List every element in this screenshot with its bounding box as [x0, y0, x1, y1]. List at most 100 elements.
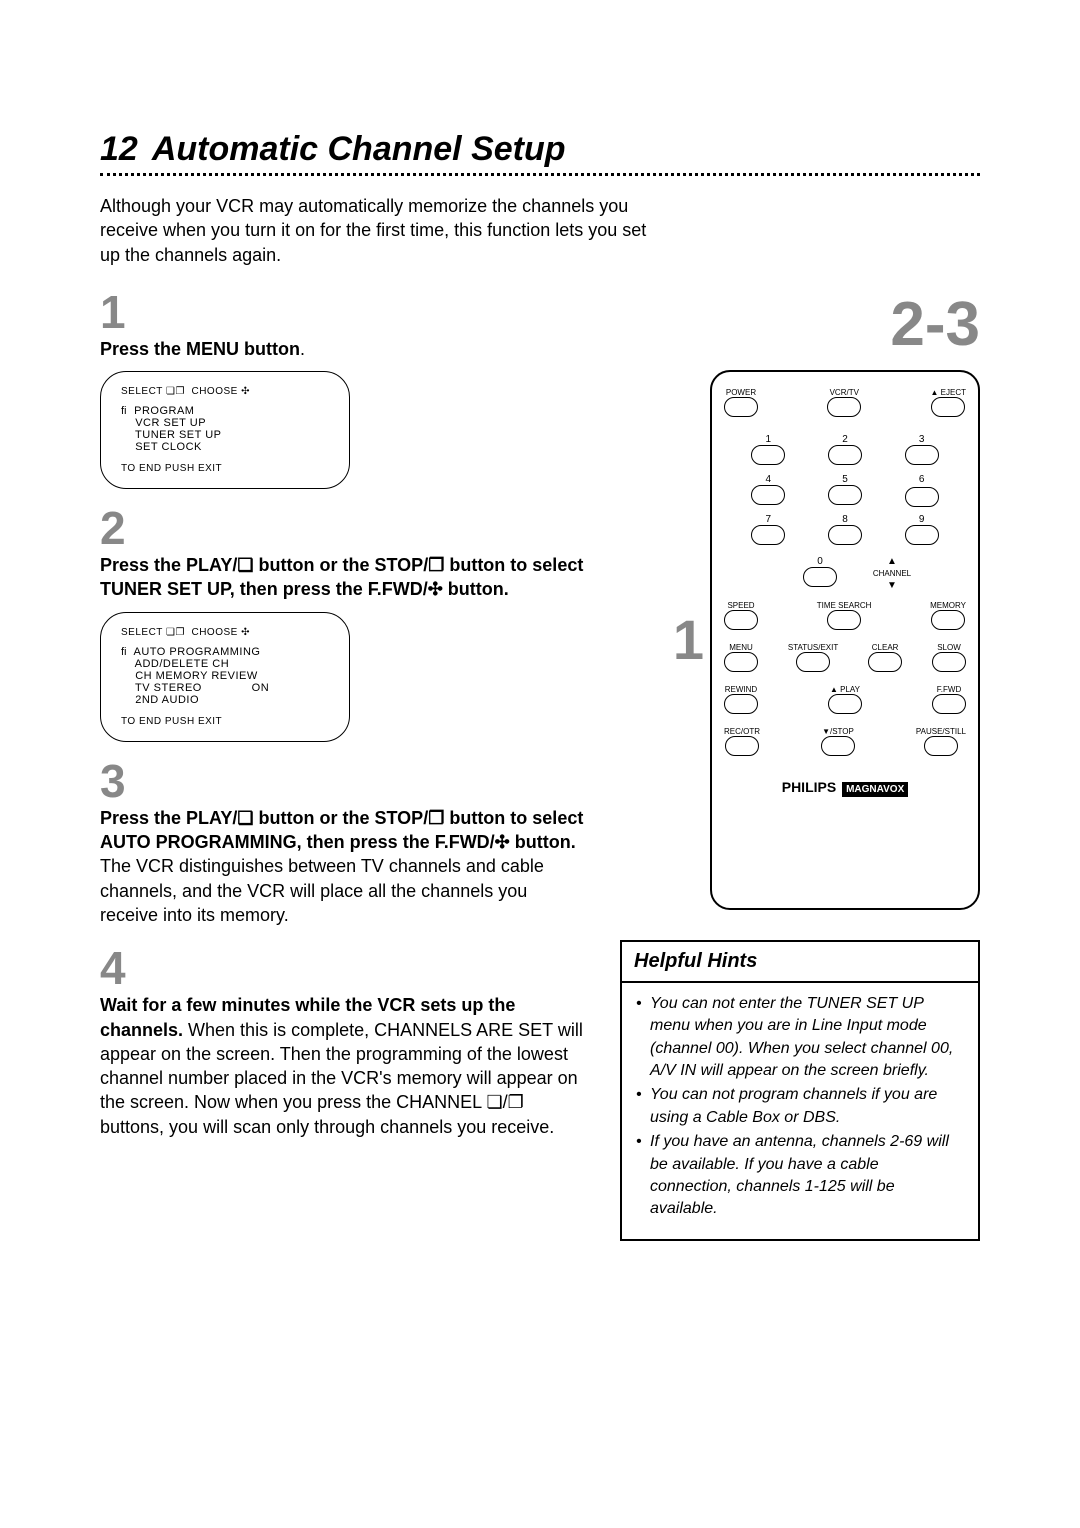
osd-1-bottom: TO END PUSH EXIT — [121, 463, 333, 474]
remote-label-play: ▲ PLAY — [828, 685, 862, 694]
remote-btn-clear — [868, 652, 902, 672]
step-3-bold: Press the PLAY/❏ button or the STOP/❐ bu… — [100, 808, 583, 852]
osd-screen-1: SELECT ❏❐ CHOOSE ✣ ﬁ PROGRAM VCR SET UP … — [100, 371, 350, 489]
step-number-1: 1 — [100, 289, 590, 335]
remote-btn-power — [724, 397, 758, 417]
remote-control: POWER VCR/TV ▲ EJECT 1 2 3 4 5 6 7 8 9 — [710, 370, 980, 910]
osd-2-line-3: TV STEREO ON — [121, 682, 333, 694]
hint-1: You can not enter the TUNER SET UP menu … — [636, 993, 964, 1083]
step-text-2: Press the PLAY/❏ button or the STOP/❐ bu… — [100, 553, 590, 602]
osd-1-line-2: TUNER SET UP — [121, 429, 333, 441]
remote-label-rec: REC/OTR — [724, 727, 760, 736]
num-6: 6 — [919, 474, 925, 485]
remote-label-memory: MEMORY — [930, 601, 966, 610]
hint-3: If you have an antenna, channels 2-69 wi… — [636, 1131, 964, 1221]
num-2: 2 — [817, 434, 874, 445]
hints-list: You can not enter the TUNER SET UP menu … — [636, 993, 964, 1221]
remote-btn-rec — [725, 736, 759, 756]
remote-brand: PHILIPS MAGNAVOX — [724, 779, 966, 797]
osd-2-line-0: ﬁ AUTO PROGRAMMING — [121, 646, 333, 658]
num-1: 1 — [740, 434, 797, 445]
step-1-period: . — [300, 339, 305, 359]
num-3: 3 — [893, 434, 950, 445]
osd-1-line-0: ﬁ PROGRAM — [121, 405, 333, 417]
remote-area: 1 POWER VCR/TV ▲ EJECT 1 2 3 4 5 6 7 — [673, 370, 980, 910]
remote-btn-ffwd — [932, 694, 966, 714]
remote-btn-8 — [828, 525, 862, 545]
remote-label-pause: PAUSE/STILL — [916, 727, 966, 736]
step-number-4: 4 — [100, 945, 590, 991]
osd-2-line-2: CH MEMORY REVIEW — [121, 670, 333, 682]
page-number: 12 — [100, 130, 138, 169]
osd-2-line-1: ADD/DELETE CH — [121, 658, 333, 670]
remote-btn-2 — [828, 445, 862, 465]
osd-2-top: SELECT ❏❐ CHOOSE ✣ — [121, 627, 333, 638]
remote-btn-6 — [905, 487, 939, 507]
remote-btn-slow — [932, 652, 966, 672]
num-4: 4 — [740, 474, 797, 485]
ch-down-icon: ▼ — [887, 580, 897, 591]
remote-label-rewind: REWIND — [724, 685, 758, 694]
step-2-bold: Press the PLAY/❏ button or the STOP/❐ bu… — [100, 555, 583, 599]
remote-btn-5 — [828, 485, 862, 505]
remote-btn-status — [796, 652, 830, 672]
intro-text: Although your VCR may automatically memo… — [100, 194, 660, 267]
hints-title: Helpful Hints — [622, 942, 978, 983]
remote-btn-vcrtv — [827, 397, 861, 417]
step-text-4: Wait for a few minutes while the VCR set… — [100, 993, 590, 1139]
remote-numpad: 1 2 3 4 5 6 7 8 9 — [740, 434, 950, 548]
step-number-3: 3 — [100, 758, 590, 804]
page-title: Automatic Channel Setup — [152, 130, 566, 169]
remote-btn-rewind — [724, 694, 758, 714]
step-number-2: 2 — [100, 505, 590, 551]
osd-2-bottom: TO END PUSH EXIT — [121, 716, 333, 727]
ch-up-icon: ▲ — [887, 556, 897, 567]
remote-label-vcrtv: VCR/TV — [827, 388, 861, 397]
helpful-hints-box: Helpful Hints You can not enter the TUNE… — [620, 940, 980, 1241]
remote-label-status: STATUS/EXIT — [788, 643, 838, 652]
remote-label-ffwd: F.FWD — [932, 685, 966, 694]
step-3-body: The VCR distinguishes between TV channel… — [100, 856, 544, 925]
remote-btn-4 — [751, 485, 785, 505]
remote-btn-play — [828, 694, 862, 714]
title-divider — [100, 173, 980, 176]
remote-label-timesearch: TIME SEARCH — [817, 601, 872, 610]
remote-btn-stop — [821, 736, 855, 756]
brand-philips: PHILIPS — [782, 779, 836, 795]
osd-1-line-3: SET CLOCK — [121, 441, 333, 453]
num-9: 9 — [893, 514, 950, 525]
num-0: 0 — [803, 556, 837, 567]
num-5: 5 — [817, 474, 874, 485]
num-8: 8 — [817, 514, 874, 525]
remote-btn-speed — [724, 610, 758, 630]
remote-label-stop: ▼/STOP — [821, 727, 855, 736]
hint-2: You can not program channels if you are … — [636, 1084, 964, 1129]
osd-1-top: SELECT ❏❐ CHOOSE ✣ — [121, 386, 333, 397]
remote-label-eject: ▲ EJECT — [931, 388, 966, 397]
brand-magnavox: MAGNAVOX — [842, 782, 908, 797]
osd-1-line-1: VCR SET UP — [121, 417, 333, 429]
remote-btn-3 — [905, 445, 939, 465]
osd-screen-2: SELECT ❏❐ CHOOSE ✣ ﬁ AUTO PROGRAMMING AD… — [100, 612, 350, 742]
step-text-3: Press the PLAY/❏ button or the STOP/❐ bu… — [100, 806, 590, 927]
num-7: 7 — [740, 514, 797, 525]
remote-btn-1 — [751, 445, 785, 465]
step-1-bold: Press the MENU button — [100, 339, 300, 359]
remote-btn-9 — [905, 525, 939, 545]
remote-btn-pause — [924, 736, 958, 756]
remote-btn-timesearch — [827, 610, 861, 630]
osd-2-line-4: 2ND AUDIO — [121, 694, 333, 706]
right-step-label: 2-3 — [890, 289, 980, 360]
remote-btn-memory — [931, 610, 965, 630]
channel-label: CHANNEL — [873, 569, 911, 578]
remote-label-speed: SPEED — [724, 601, 758, 610]
remote-btn-0 — [803, 567, 837, 587]
remote-btn-eject — [931, 397, 965, 417]
step-text-1: Press the MENU button. — [100, 337, 590, 361]
remote-side-label: 1 — [673, 607, 704, 672]
remote-label-power: POWER — [724, 388, 758, 397]
remote-label-clear: CLEAR — [868, 643, 902, 652]
remote-btn-menu — [724, 652, 758, 672]
remote-btn-7 — [751, 525, 785, 545]
remote-label-menu: MENU — [724, 643, 758, 652]
